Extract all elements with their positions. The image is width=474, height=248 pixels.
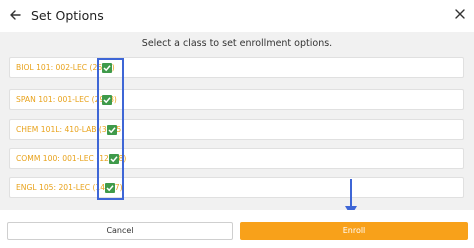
close-icon[interactable]: [454, 8, 466, 20]
checkbox-checked[interactable]: [105, 183, 115, 193]
checkbox-checked[interactable]: [102, 95, 112, 105]
options-panel: Select a class to set enrollment options…: [0, 32, 474, 210]
class-row[interactable]: COMM 100: 001-LEC (12058): [9, 148, 464, 169]
arrow-left-icon[interactable]: [8, 8, 22, 22]
checkbox-checked[interactable]: [109, 154, 119, 164]
class-row[interactable]: BIOL 101: 002-LEC (2648): [9, 57, 464, 78]
instruction-text: Select a class to set enrollment options…: [141, 38, 333, 49]
dialog-header: Set Options: [0, 0, 474, 32]
enroll-button[interactable]: Enroll: [240, 222, 468, 240]
checkbox-checked[interactable]: [107, 125, 117, 135]
class-row[interactable]: CHEM 101L: 410-LAB (3975): [9, 119, 464, 140]
dialog-title: Set Options: [31, 8, 104, 23]
class-label: BIOL 101: 002-LEC (2648): [16, 63, 115, 72]
dialog-footer: Cancel Enroll: [0, 210, 474, 248]
checkbox-checked[interactable]: [102, 63, 112, 73]
class-row[interactable]: SPAN 101: 001-LEC (2928): [9, 89, 464, 110]
class-row[interactable]: ENGL 105: 201-LEC (14477): [9, 177, 464, 198]
cancel-button[interactable]: Cancel: [7, 222, 233, 240]
